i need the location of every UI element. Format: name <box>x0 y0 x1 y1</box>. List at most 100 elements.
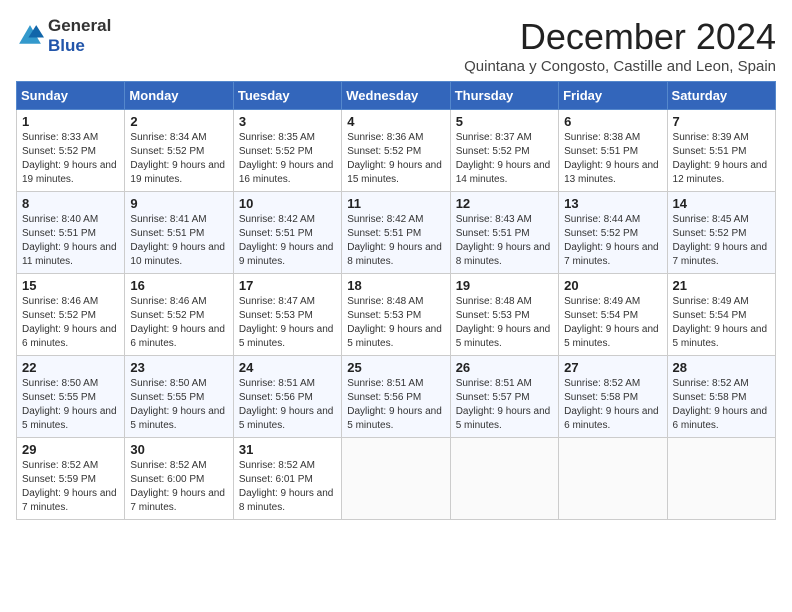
day-detail: Sunrise: 8:44 AMSunset: 5:52 PMDaylight:… <box>564 214 659 267</box>
table-row: 21 Sunrise: 8:49 AMSunset: 5:54 PMDaylig… <box>667 274 775 356</box>
day-number: 27 <box>564 360 661 375</box>
day-number: 21 <box>673 278 770 293</box>
title-section: December 2024 Quintana y Congosto, Casti… <box>464 16 776 75</box>
day-detail: Sunrise: 8:38 AMSunset: 5:51 PMDaylight:… <box>564 132 659 185</box>
col-sunday: Sunday <box>17 82 125 110</box>
day-number: 31 <box>239 442 336 457</box>
col-friday: Friday <box>559 82 667 110</box>
empty-cell <box>342 438 450 520</box>
day-detail: Sunrise: 8:49 AMSunset: 5:54 PMDaylight:… <box>564 296 659 349</box>
month-title: December 2024 <box>464 16 776 58</box>
day-number: 23 <box>130 360 227 375</box>
day-number: 15 <box>22 278 119 293</box>
day-detail: Sunrise: 8:45 AMSunset: 5:52 PMDaylight:… <box>673 214 768 267</box>
table-row: 1 Sunrise: 8:33 AMSunset: 5:52 PMDayligh… <box>17 110 125 192</box>
table-row: 6 Sunrise: 8:38 AMSunset: 5:51 PMDayligh… <box>559 110 667 192</box>
day-number: 24 <box>239 360 336 375</box>
table-row: 17 Sunrise: 8:47 AMSunset: 5:53 PMDaylig… <box>233 274 341 356</box>
logo-general: General <box>48 16 111 35</box>
day-detail: Sunrise: 8:48 AMSunset: 5:53 PMDaylight:… <box>347 296 442 349</box>
day-number: 28 <box>673 360 770 375</box>
day-detail: Sunrise: 8:50 AMSunset: 5:55 PMDaylight:… <box>130 378 225 431</box>
table-row: 12 Sunrise: 8:43 AMSunset: 5:51 PMDaylig… <box>450 192 558 274</box>
day-number: 5 <box>456 114 553 129</box>
day-number: 19 <box>456 278 553 293</box>
day-detail: Sunrise: 8:52 AMSunset: 5:59 PMDaylight:… <box>22 460 117 513</box>
table-row: 4 Sunrise: 8:36 AMSunset: 5:52 PMDayligh… <box>342 110 450 192</box>
col-saturday: Saturday <box>667 82 775 110</box>
day-number: 4 <box>347 114 444 129</box>
day-number: 11 <box>347 196 444 211</box>
empty-cell <box>450 438 558 520</box>
day-detail: Sunrise: 8:42 AMSunset: 5:51 PMDaylight:… <box>239 214 334 267</box>
day-number: 10 <box>239 196 336 211</box>
table-row: 13 Sunrise: 8:44 AMSunset: 5:52 PMDaylig… <box>559 192 667 274</box>
page-header: General Blue December 2024 Quintana y Co… <box>16 16 776 75</box>
day-number: 26 <box>456 360 553 375</box>
table-row: 8 Sunrise: 8:40 AMSunset: 5:51 PMDayligh… <box>17 192 125 274</box>
table-row: 27 Sunrise: 8:52 AMSunset: 5:58 PMDaylig… <box>559 356 667 438</box>
day-detail: Sunrise: 8:52 AMSunset: 6:01 PMDaylight:… <box>239 460 334 513</box>
table-row: 22 Sunrise: 8:50 AMSunset: 5:55 PMDaylig… <box>17 356 125 438</box>
day-detail: Sunrise: 8:52 AMSunset: 6:00 PMDaylight:… <box>130 460 225 513</box>
empty-cell <box>559 438 667 520</box>
day-number: 17 <box>239 278 336 293</box>
table-row: 11 Sunrise: 8:42 AMSunset: 5:51 PMDaylig… <box>342 192 450 274</box>
col-monday: Monday <box>125 82 233 110</box>
location-subtitle: Quintana y Congosto, Castille and Leon, … <box>464 58 776 75</box>
day-number: 29 <box>22 442 119 457</box>
day-detail: Sunrise: 8:49 AMSunset: 5:54 PMDaylight:… <box>673 296 768 349</box>
table-row: 3 Sunrise: 8:35 AMSunset: 5:52 PMDayligh… <box>233 110 341 192</box>
day-detail: Sunrise: 8:51 AMSunset: 5:57 PMDaylight:… <box>456 378 551 431</box>
logo-text: General Blue <box>48 16 111 56</box>
day-number: 13 <box>564 196 661 211</box>
day-detail: Sunrise: 8:46 AMSunset: 5:52 PMDaylight:… <box>22 296 117 349</box>
table-row: 15 Sunrise: 8:46 AMSunset: 5:52 PMDaylig… <box>17 274 125 356</box>
day-number: 25 <box>347 360 444 375</box>
table-row: 31 Sunrise: 8:52 AMSunset: 6:01 PMDaylig… <box>233 438 341 520</box>
day-detail: Sunrise: 8:46 AMSunset: 5:52 PMDaylight:… <box>130 296 225 349</box>
table-row: 25 Sunrise: 8:51 AMSunset: 5:56 PMDaylig… <box>342 356 450 438</box>
day-number: 3 <box>239 114 336 129</box>
day-number: 20 <box>564 278 661 293</box>
day-detail: Sunrise: 8:51 AMSunset: 5:56 PMDaylight:… <box>347 378 442 431</box>
table-row: 26 Sunrise: 8:51 AMSunset: 5:57 PMDaylig… <box>450 356 558 438</box>
day-number: 14 <box>673 196 770 211</box>
day-detail: Sunrise: 8:37 AMSunset: 5:52 PMDaylight:… <box>456 132 551 185</box>
table-row: 9 Sunrise: 8:41 AMSunset: 5:51 PMDayligh… <box>125 192 233 274</box>
day-number: 8 <box>22 196 119 211</box>
day-number: 6 <box>564 114 661 129</box>
calendar-week-row: 22 Sunrise: 8:50 AMSunset: 5:55 PMDaylig… <box>17 356 776 438</box>
day-detail: Sunrise: 8:41 AMSunset: 5:51 PMDaylight:… <box>130 214 225 267</box>
logo-blue: Blue <box>48 36 85 55</box>
day-detail: Sunrise: 8:48 AMSunset: 5:53 PMDaylight:… <box>456 296 551 349</box>
calendar-week-row: 29 Sunrise: 8:52 AMSunset: 5:59 PMDaylig… <box>17 438 776 520</box>
day-detail: Sunrise: 8:40 AMSunset: 5:51 PMDaylight:… <box>22 214 117 267</box>
day-number: 12 <box>456 196 553 211</box>
table-row: 14 Sunrise: 8:45 AMSunset: 5:52 PMDaylig… <box>667 192 775 274</box>
day-detail: Sunrise: 8:42 AMSunset: 5:51 PMDaylight:… <box>347 214 442 267</box>
day-number: 16 <box>130 278 227 293</box>
day-number: 1 <box>22 114 119 129</box>
empty-cell <box>667 438 775 520</box>
calendar-table: Sunday Monday Tuesday Wednesday Thursday… <box>16 81 776 520</box>
table-row: 16 Sunrise: 8:46 AMSunset: 5:52 PMDaylig… <box>125 274 233 356</box>
table-row: 2 Sunrise: 8:34 AMSunset: 5:52 PMDayligh… <box>125 110 233 192</box>
table-row: 20 Sunrise: 8:49 AMSunset: 5:54 PMDaylig… <box>559 274 667 356</box>
table-row: 28 Sunrise: 8:52 AMSunset: 5:58 PMDaylig… <box>667 356 775 438</box>
day-number: 22 <box>22 360 119 375</box>
table-row: 19 Sunrise: 8:48 AMSunset: 5:53 PMDaylig… <box>450 274 558 356</box>
logo-icon <box>16 22 44 50</box>
table-row: 30 Sunrise: 8:52 AMSunset: 6:00 PMDaylig… <box>125 438 233 520</box>
day-number: 2 <box>130 114 227 129</box>
header-row: Sunday Monday Tuesday Wednesday Thursday… <box>17 82 776 110</box>
day-number: 7 <box>673 114 770 129</box>
day-detail: Sunrise: 8:52 AMSunset: 5:58 PMDaylight:… <box>673 378 768 431</box>
day-detail: Sunrise: 8:52 AMSunset: 5:58 PMDaylight:… <box>564 378 659 431</box>
day-detail: Sunrise: 8:39 AMSunset: 5:51 PMDaylight:… <box>673 132 768 185</box>
day-detail: Sunrise: 8:50 AMSunset: 5:55 PMDaylight:… <box>22 378 117 431</box>
table-row: 29 Sunrise: 8:52 AMSunset: 5:59 PMDaylig… <box>17 438 125 520</box>
day-detail: Sunrise: 8:36 AMSunset: 5:52 PMDaylight:… <box>347 132 442 185</box>
logo: General Blue <box>16 16 111 56</box>
col-tuesday: Tuesday <box>233 82 341 110</box>
